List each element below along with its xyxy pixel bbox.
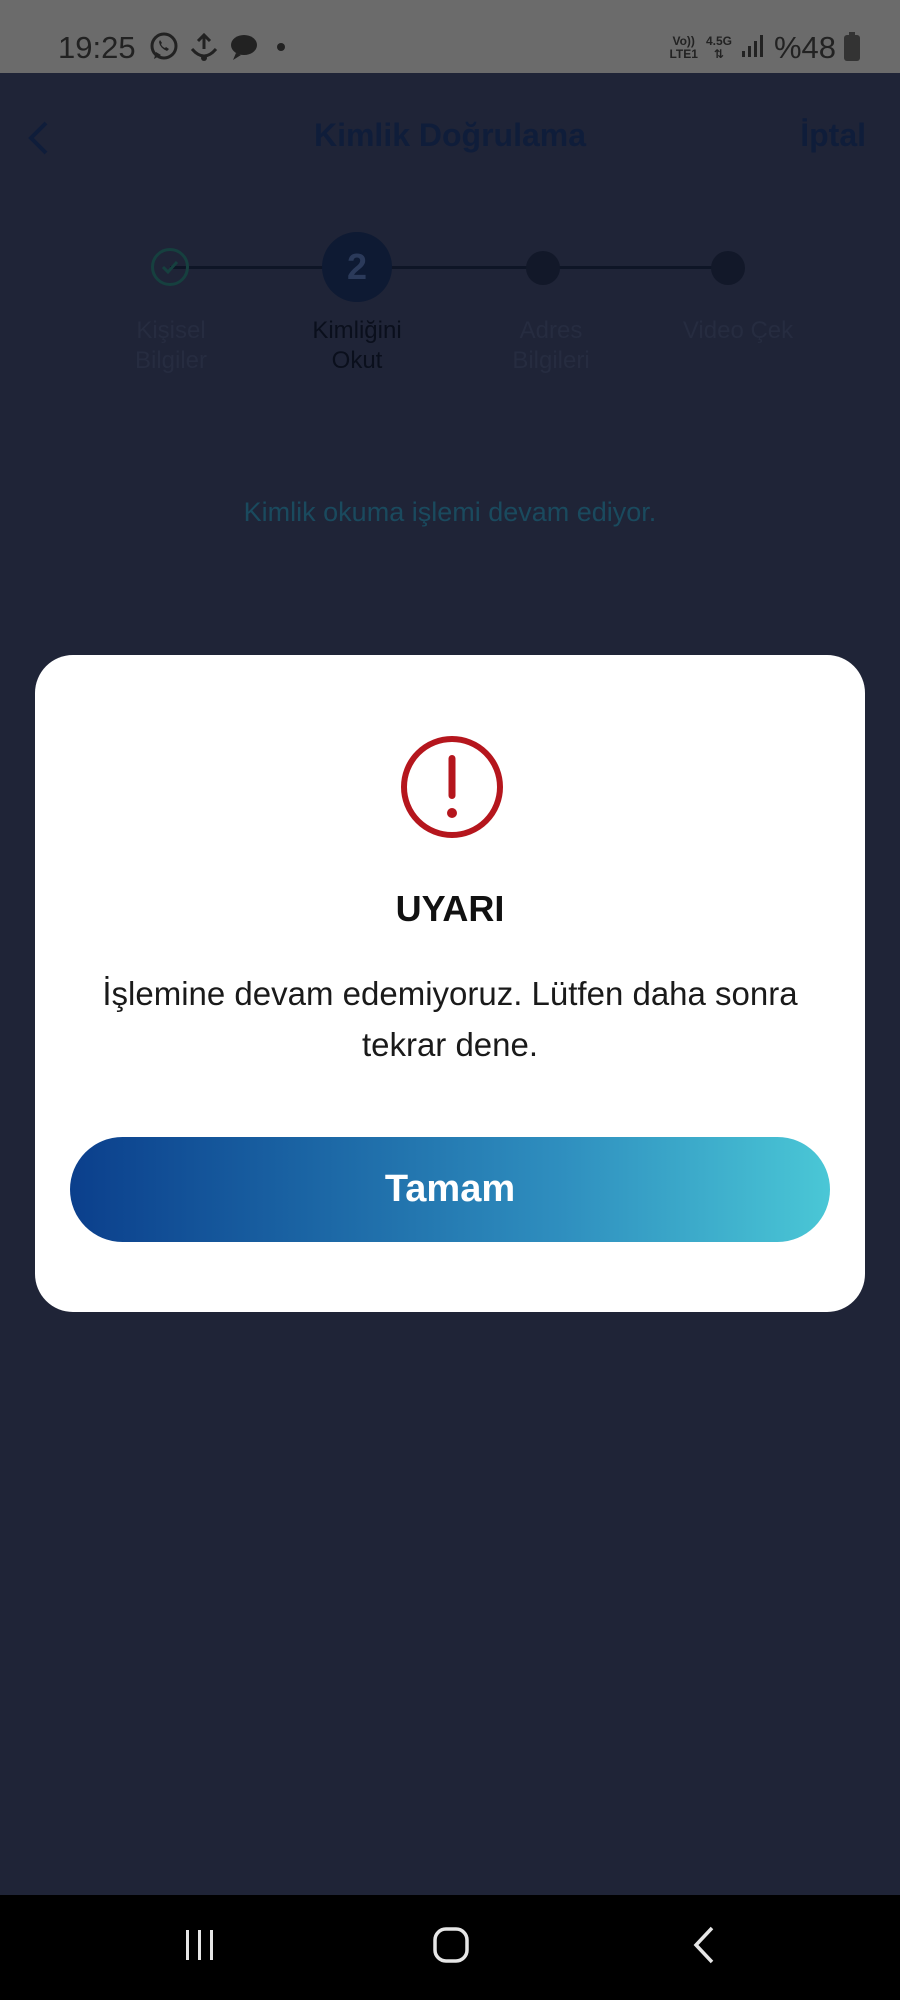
step-pending-dot	[526, 251, 560, 285]
system-nav-bar	[0, 1895, 900, 2000]
step-label-line: Kişisel	[136, 317, 206, 344]
home-icon	[433, 1927, 469, 1963]
recent-apps-button[interactable]	[160, 1915, 240, 1975]
signal-icon	[740, 33, 766, 64]
message-bubble-icon	[228, 30, 260, 64]
dot-icon	[276, 30, 286, 64]
step-pending-dot	[711, 251, 745, 285]
progress-message: Kimlik okuma işlemi devam ediyor.	[243, 497, 657, 527]
step-label-line: Video Çek	[682, 317, 794, 344]
step-label-line: Kimliğini	[312, 317, 402, 344]
battery-icon	[844, 32, 860, 61]
network-gen: 4.5G ⇅	[706, 35, 732, 61]
status-indicators: Vo)) LTE1 4.5G ⇅ %48	[669, 30, 860, 66]
lte-label: LTE1	[669, 47, 698, 61]
status-bar: 19:25 Vo)) LTE1 4.5G ⇅ %48	[0, 0, 900, 73]
step-active-indicator: 2	[322, 232, 392, 302]
dialog-title: UYARI	[395, 888, 505, 929]
step-label-id: Kimliğini Okut	[267, 316, 447, 376]
stepper-line	[540, 266, 730, 269]
app-header: Kimlik Doğrulama İptal	[0, 73, 900, 203]
network-type: Vo)) LTE1	[669, 35, 697, 61]
step-label-line: Bilgileri	[512, 347, 590, 374]
step-completed-icon	[151, 248, 189, 286]
step-label-line: Adres	[519, 317, 583, 344]
progress-stepper: 2 Kişisel Bilgiler Kimliğini Okut Adres …	[0, 228, 900, 388]
battery-percentage: %48	[773, 30, 836, 65]
home-button[interactable]	[411, 1915, 491, 1975]
status-time: 19:25	[58, 30, 136, 65]
warning-dialog: UYARI İşlemine devam edemiyoruz. Lütfen …	[35, 655, 865, 1312]
app-notification-icon	[188, 30, 220, 64]
step-label-personal: Kişisel Bilgiler	[81, 316, 261, 376]
page-title: Kimlik Doğrulama	[313, 117, 587, 153]
step-label-video: Video Çek	[648, 316, 828, 346]
step-label-line: Okut	[331, 347, 383, 374]
recent-apps-icon	[186, 1930, 213, 1960]
back-icon	[693, 1926, 714, 1964]
cancel-button[interactable]: İptal	[800, 117, 866, 154]
dialog-message: İşlemine devam edemiyoruz. Lütfen daha s…	[102, 975, 798, 1063]
ok-button[interactable]: Tamam	[70, 1137, 830, 1242]
exclamation-circle-icon	[400, 735, 504, 839]
nav-back-button[interactable]	[664, 1915, 744, 1975]
step-label-line: Bilgiler	[134, 347, 208, 374]
step-label-address: Adres Bilgileri	[461, 316, 641, 376]
whatsapp-icon	[148, 30, 180, 64]
data-arrows-icon: ⇅	[713, 47, 724, 61]
